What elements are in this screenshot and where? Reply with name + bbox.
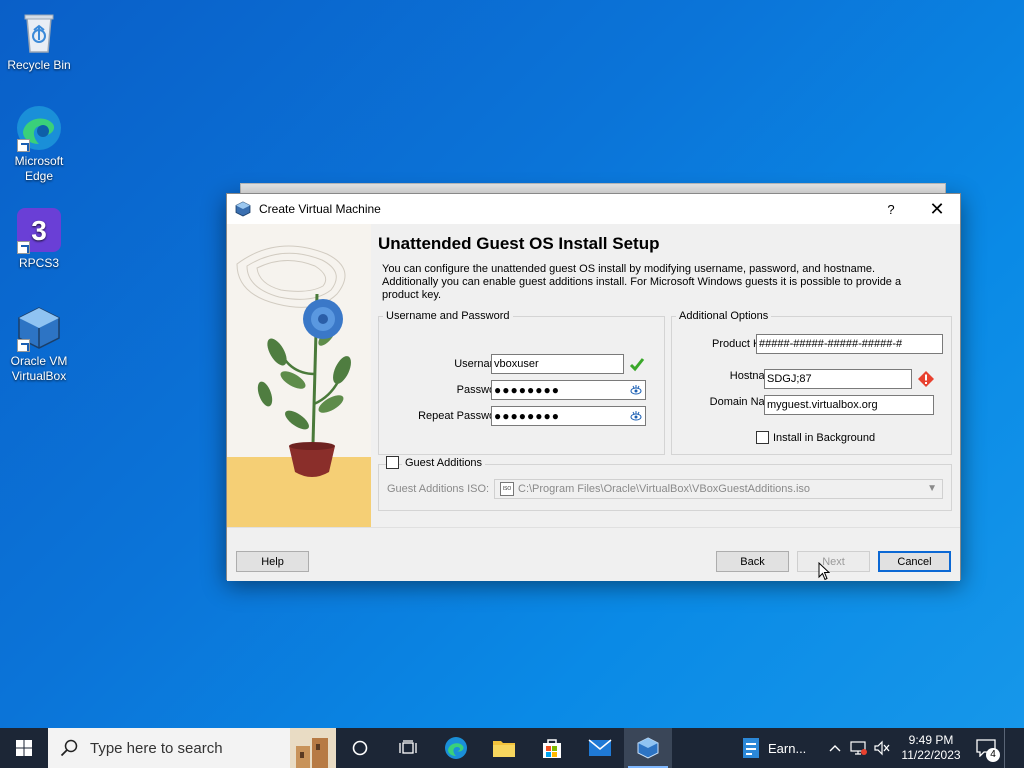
desktop-icon-label: Recycle Bin	[7, 58, 71, 72]
password-label: Password:	[456, 384, 508, 396]
desktop-icon-virtualbox[interactable]: Oracle VM VirtualBox	[6, 304, 72, 384]
windows-logo-icon	[16, 740, 32, 756]
repeat-password-label: Repeat Password:	[418, 410, 508, 422]
store-icon	[543, 739, 561, 758]
desktop-icon-rpcs3[interactable]: 3 RPCS3	[6, 206, 72, 271]
folder-icon	[493, 741, 515, 757]
document-icon	[743, 738, 759, 758]
volume-muted-icon	[874, 740, 890, 756]
guest-additions-iso-label: Guest Additions ISO:	[387, 483, 490, 495]
help-icon: ?	[887, 201, 895, 217]
guest-additions-checkbox[interactable]	[386, 456, 399, 469]
show-repeat-password-icon[interactable]	[630, 410, 642, 422]
chevron-up-icon	[829, 745, 841, 752]
search-highlight-image	[290, 728, 336, 768]
taskbar: Type here to search Earn... 9:49 PM 11/2…	[0, 728, 1024, 768]
virtualbox-icon	[637, 737, 659, 759]
close-icon: ✕	[929, 198, 945, 219]
search-icon	[60, 739, 78, 757]
back-button[interactable]: Back	[716, 551, 789, 572]
taskbar-weather-widget[interactable]: Earn...	[736, 728, 824, 768]
show-hidden-icons[interactable]	[824, 728, 846, 768]
rpcs3-icon: 3	[15, 206, 63, 254]
desktop-icon-label: Microsoft Edge	[14, 154, 64, 183]
cancel-button[interactable]: Cancel	[878, 551, 951, 572]
notification-badge: 4	[986, 748, 1000, 762]
virtualbox-icon	[15, 304, 63, 352]
dialog-footer: Help Back Next Cancel	[227, 527, 960, 581]
guest-additions-iso-value: C:\Program Files\Oracle\VirtualBox\VBoxG…	[518, 483, 811, 495]
password-input[interactable]: ●●●●●●●●	[491, 380, 646, 400]
guest-additions-iso-select[interactable]: ISO C:\Program Files\Oracle\VirtualBox\V…	[494, 479, 943, 499]
virtualbox-app-icon	[235, 201, 251, 217]
desktop-icon-recycle-bin[interactable]: Recycle Bin	[6, 8, 72, 73]
taskbar-search[interactable]: Type here to search	[48, 728, 336, 768]
widget-label: Earn...	[768, 740, 807, 756]
taskbar-edge[interactable]	[432, 728, 480, 768]
shortcut-arrow-icon	[17, 339, 30, 352]
page-description: You can configure the unattended guest O…	[382, 263, 902, 301]
recycle-bin-icon	[15, 8, 63, 56]
network-icon	[850, 741, 867, 755]
mail-icon	[588, 739, 612, 756]
show-password-icon[interactable]	[630, 384, 642, 396]
start-button[interactable]	[0, 728, 48, 768]
task-view-icon	[399, 740, 417, 754]
next-button[interactable]: Next	[797, 551, 870, 572]
cortana-circle-icon	[352, 740, 368, 756]
wizard-illustration	[227, 224, 371, 527]
hostname-error-icon	[918, 371, 934, 387]
shortcut-arrow-icon	[17, 139, 30, 152]
mouse-cursor-icon	[818, 562, 830, 581]
install-background-checkbox[interactable]	[756, 431, 769, 444]
iso-file-icon: ISO	[500, 482, 514, 496]
desktop-icon-edge[interactable]: Microsoft Edge	[6, 104, 72, 184]
edge-icon	[445, 737, 467, 759]
clock[interactable]: 9:49 PM 11/22/2023	[894, 728, 968, 768]
clock-time: 9:49 PM	[908, 733, 954, 747]
clock-date: 11/22/2023	[901, 748, 961, 762]
network-tray[interactable]	[846, 728, 870, 768]
svg-text:3: 3	[31, 215, 47, 246]
valid-check-icon	[629, 358, 645, 372]
wizard-content: Unattended Guest OS Install Setup You ca…	[371, 224, 960, 527]
cortana-button[interactable]	[336, 728, 384, 768]
username-input[interactable]: vboxuser	[491, 354, 624, 374]
shortcut-arrow-icon	[17, 241, 30, 254]
username-label: Username:	[454, 358, 508, 370]
desktop-icon-label: Oracle VM VirtualBox	[10, 354, 68, 383]
dialog-titlebar[interactable]: Create Virtual Machine ? ✕	[227, 194, 960, 224]
page-title: Unattended Guest OS Install Setup	[378, 234, 660, 253]
repeat-password-input[interactable]: ●●●●●●●●	[491, 406, 646, 426]
taskbar-virtualbox[interactable]	[624, 728, 672, 768]
desktop-icon-label: RPCS3	[18, 256, 59, 270]
edge-icon	[15, 104, 63, 152]
taskbar-mail[interactable]	[576, 728, 624, 768]
group-title-options: Additional Options	[676, 310, 772, 322]
plant-illustration	[227, 245, 371, 527]
group-title-username: Username and Password	[383, 310, 513, 322]
chevron-down-icon: ▼	[927, 483, 937, 494]
dialog-title: Create Virtual Machine	[259, 202, 381, 216]
product-key-input[interactable]: #####-#####-#####-#####-#	[756, 334, 943, 354]
notifications-button[interactable]: 4	[968, 728, 1004, 768]
taskbar-file-explorer[interactable]	[480, 728, 528, 768]
task-view-button[interactable]	[384, 728, 432, 768]
help-title-button[interactable]: ?	[868, 194, 914, 224]
hostname-input[interactable]: SDGJ;87	[764, 369, 912, 389]
close-button[interactable]: ✕	[914, 194, 960, 224]
install-background-label: Install in Background	[773, 432, 876, 444]
volume-tray[interactable]	[870, 728, 894, 768]
create-vm-dialog: Create Virtual Machine ? ✕ Unattended Gu…	[226, 193, 961, 581]
search-placeholder: Type here to search	[90, 739, 223, 757]
guest-additions-label: Guest Additions	[402, 457, 486, 469]
domain-name-input[interactable]: myguest.virtualbox.org	[764, 395, 934, 415]
taskbar-store[interactable]	[528, 728, 576, 768]
help-button[interactable]: Help	[236, 551, 309, 572]
show-desktop-button[interactable]	[1004, 728, 1010, 768]
